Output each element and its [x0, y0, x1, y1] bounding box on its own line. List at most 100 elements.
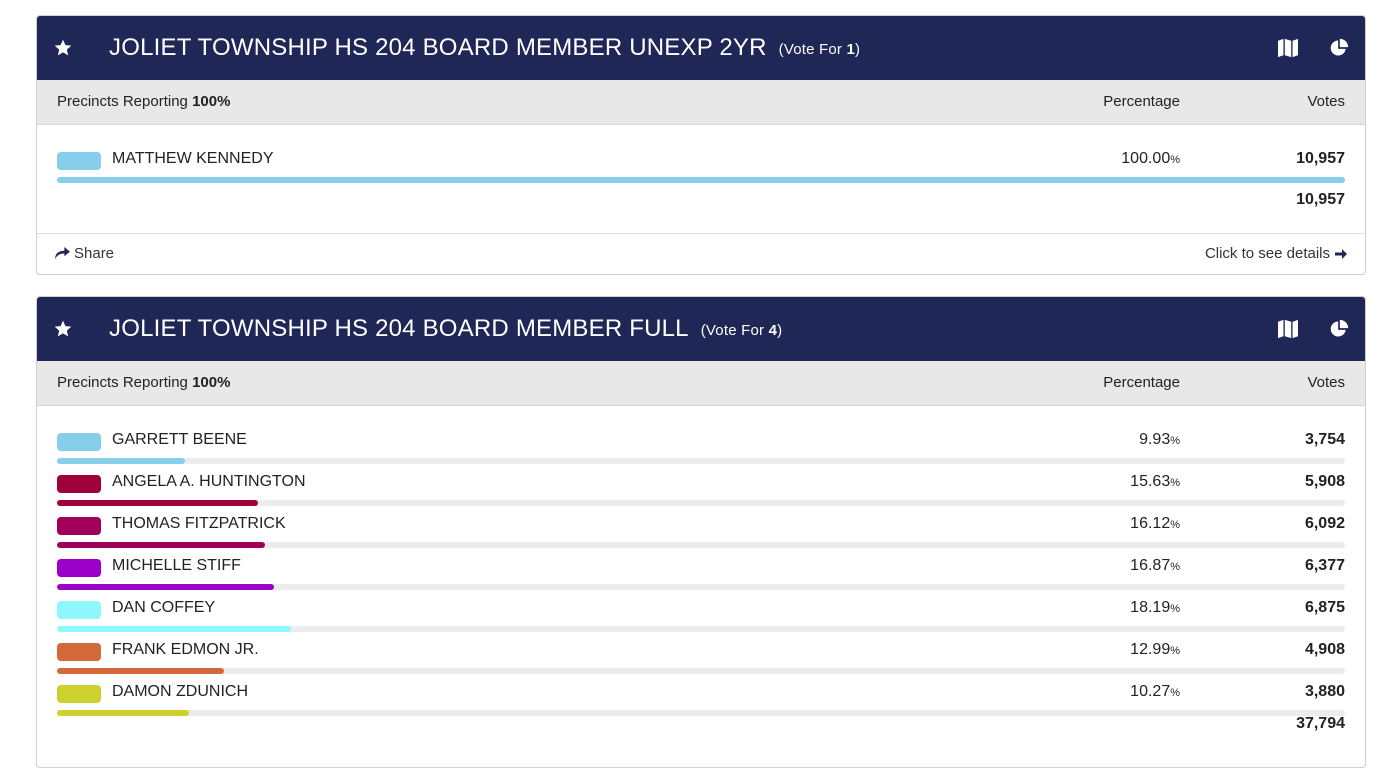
pie-chart-icon[interactable]: [1329, 319, 1349, 339]
candidate-name: DAMON ZDUNICH: [112, 683, 248, 700]
vote-for-count: 1: [846, 40, 856, 58]
candidate-color-swatch: [57, 517, 101, 535]
candidate-votes: 5,908: [1304, 473, 1345, 490]
precincts-reporting: Precincts Reporting 100%: [57, 93, 230, 110]
candidate-pct-symbol: %: [1170, 645, 1180, 657]
candidate-color-swatch: [57, 152, 101, 170]
candidate-pct-value: 16.12: [1130, 515, 1171, 532]
votes-header: Votes: [1307, 93, 1345, 110]
total-votes: 37,794: [1296, 715, 1345, 732]
candidate-percentage: 9.93%: [1139, 431, 1180, 449]
candidate-votes: 10,957: [1296, 150, 1345, 167]
votes-header: Votes: [1307, 374, 1345, 391]
share-button[interactable]: Share: [55, 245, 114, 262]
candidate-pct-value: 18.19: [1130, 599, 1171, 616]
vote-for-prefix: (Vote For: [778, 40, 847, 58]
share-icon: [55, 247, 70, 260]
see-details-link[interactable]: Click to see details: [1205, 245, 1347, 262]
candidate-pct-value: 12.99: [1130, 641, 1171, 658]
candidate-row: GARRETT BEENE 9.93% 3,754: [37, 424, 1365, 466]
arrow-right-icon: [1335, 248, 1347, 259]
candidate-pct-symbol: %: [1170, 519, 1180, 531]
candidate-color-swatch: [57, 685, 101, 703]
vote-bar-track: [57, 177, 1345, 183]
vote-bar-track: [57, 542, 1345, 548]
vote-bar-fill: [57, 177, 1345, 183]
reporting-label: Precincts Reporting: [57, 374, 188, 391]
candidate-pct-symbol: %: [1170, 687, 1180, 699]
candidate-row: ANGELA A. HUNTINGTON 15.63% 5,908: [37, 466, 1365, 508]
percentage-header: Percentage: [1103, 93, 1180, 110]
star-icon[interactable]: [53, 319, 73, 339]
vote-for-suffix: ): [855, 40, 861, 58]
candidate-color-swatch: [57, 643, 101, 661]
candidate-row: FRANK EDMON JR. 12.99% 4,908: [37, 634, 1365, 676]
race-title-text: JOLIET TOWNSHIP HS 204 BOARD MEMBER UNEX…: [109, 34, 767, 61]
vote-bar-track: [57, 626, 1345, 632]
candidate-name: DAN COFFEY: [112, 599, 216, 616]
vote-bar-fill: [57, 542, 265, 548]
candidate-name: MATTHEW KENNEDY: [112, 150, 274, 167]
candidate-name: GARRETT BEENE: [112, 431, 247, 448]
candidate-votes: 6,875: [1304, 599, 1345, 616]
candidate-pct-symbol: %: [1170, 561, 1180, 573]
candidate-pct-value: 9.93: [1139, 431, 1171, 448]
candidate-votes: 3,880: [1304, 683, 1345, 700]
share-label: Share: [74, 245, 115, 262]
results-subheader: Precincts Reporting 100% Percentage Vote…: [37, 361, 1365, 406]
candidate-row: THOMAS FITZPATRICK 16.12% 6,092: [37, 508, 1365, 550]
vote-for-label: (Vote For 1): [779, 41, 861, 58]
reporting-label: Precincts Reporting: [57, 93, 188, 110]
candidate-name: THOMAS FITZPATRICK: [112, 515, 286, 532]
candidate-votes: 6,092: [1304, 515, 1345, 532]
candidate-pct-value: 100.00: [1121, 150, 1171, 167]
race-header: JOLIET TOWNSHIP HS 204 BOARD MEMBER UNEX…: [37, 16, 1365, 80]
map-icon[interactable]: [1277, 38, 1299, 58]
candidate-percentage: 100.00%: [1121, 150, 1180, 168]
map-icon[interactable]: [1277, 319, 1299, 339]
candidate-percentage: 15.63%: [1130, 473, 1180, 491]
percentage-header: Percentage: [1103, 374, 1180, 391]
vote-for-label: (Vote For 4): [701, 322, 783, 339]
card-footer: Share Click to see details: [37, 233, 1365, 274]
candidate-color-swatch: [57, 433, 101, 451]
vote-bar-fill: [57, 500, 259, 506]
candidate-pct-symbol: %: [1170, 603, 1180, 615]
candidate-pct-value: 16.87: [1130, 557, 1171, 574]
race-title: JOLIET TOWNSHIP HS 204 BOARD MEMBER UNEX…: [109, 16, 860, 80]
race-header: JOLIET TOWNSHIP HS 204 BOARD MEMBER FULL…: [37, 297, 1365, 361]
precincts-reporting: Precincts Reporting 100%: [57, 374, 230, 391]
reporting-value: 100%: [192, 93, 231, 110]
candidate-votes: 6,377: [1304, 557, 1345, 574]
vote-for-count: 4: [768, 321, 778, 339]
vote-bar-fill: [57, 584, 275, 590]
vote-bar-fill: [57, 458, 185, 464]
vote-bar-fill: [57, 668, 225, 674]
vote-for-prefix: (Vote For: [700, 321, 769, 339]
candidate-row: MATTHEW KENNEDY 100.00% 10,957: [37, 143, 1365, 185]
candidate-name: MICHELLE STIFF: [112, 557, 241, 574]
total-votes: 10,957: [1296, 191, 1345, 208]
candidate-percentage: 18.19%: [1130, 599, 1180, 617]
race-card: JOLIET TOWNSHIP HS 204 BOARD MEMBER FULL…: [36, 296, 1366, 768]
candidate-row: DAN COFFEY 18.19% 6,875: [37, 592, 1365, 634]
vote-for-suffix: ): [777, 321, 783, 339]
vote-bar-track: [57, 668, 1345, 674]
candidate-pct-symbol: %: [1170, 154, 1180, 166]
candidate-percentage: 10.27%: [1130, 683, 1180, 701]
star-icon[interactable]: [53, 38, 73, 58]
candidate-pct-value: 15.63: [1130, 473, 1171, 490]
candidate-pct-value: 10.27: [1130, 683, 1171, 700]
vote-bar-track: [57, 500, 1345, 506]
candidate-percentage: 16.12%: [1130, 515, 1180, 533]
candidate-color-swatch: [57, 475, 101, 493]
pie-chart-icon[interactable]: [1329, 38, 1349, 58]
candidate-percentage: 16.87%: [1130, 557, 1180, 575]
candidate-row: MICHELLE STIFF 16.87% 6,377: [37, 550, 1365, 592]
race-card: JOLIET TOWNSHIP HS 204 BOARD MEMBER UNEX…: [36, 15, 1366, 275]
candidate-name: FRANK EDMON JR.: [112, 641, 259, 658]
results-subheader: Precincts Reporting 100% Percentage Vote…: [37, 80, 1365, 125]
candidate-percentage: 12.99%: [1130, 641, 1180, 659]
candidate-votes: 4,908: [1304, 641, 1345, 658]
candidate-pct-symbol: %: [1170, 477, 1180, 489]
